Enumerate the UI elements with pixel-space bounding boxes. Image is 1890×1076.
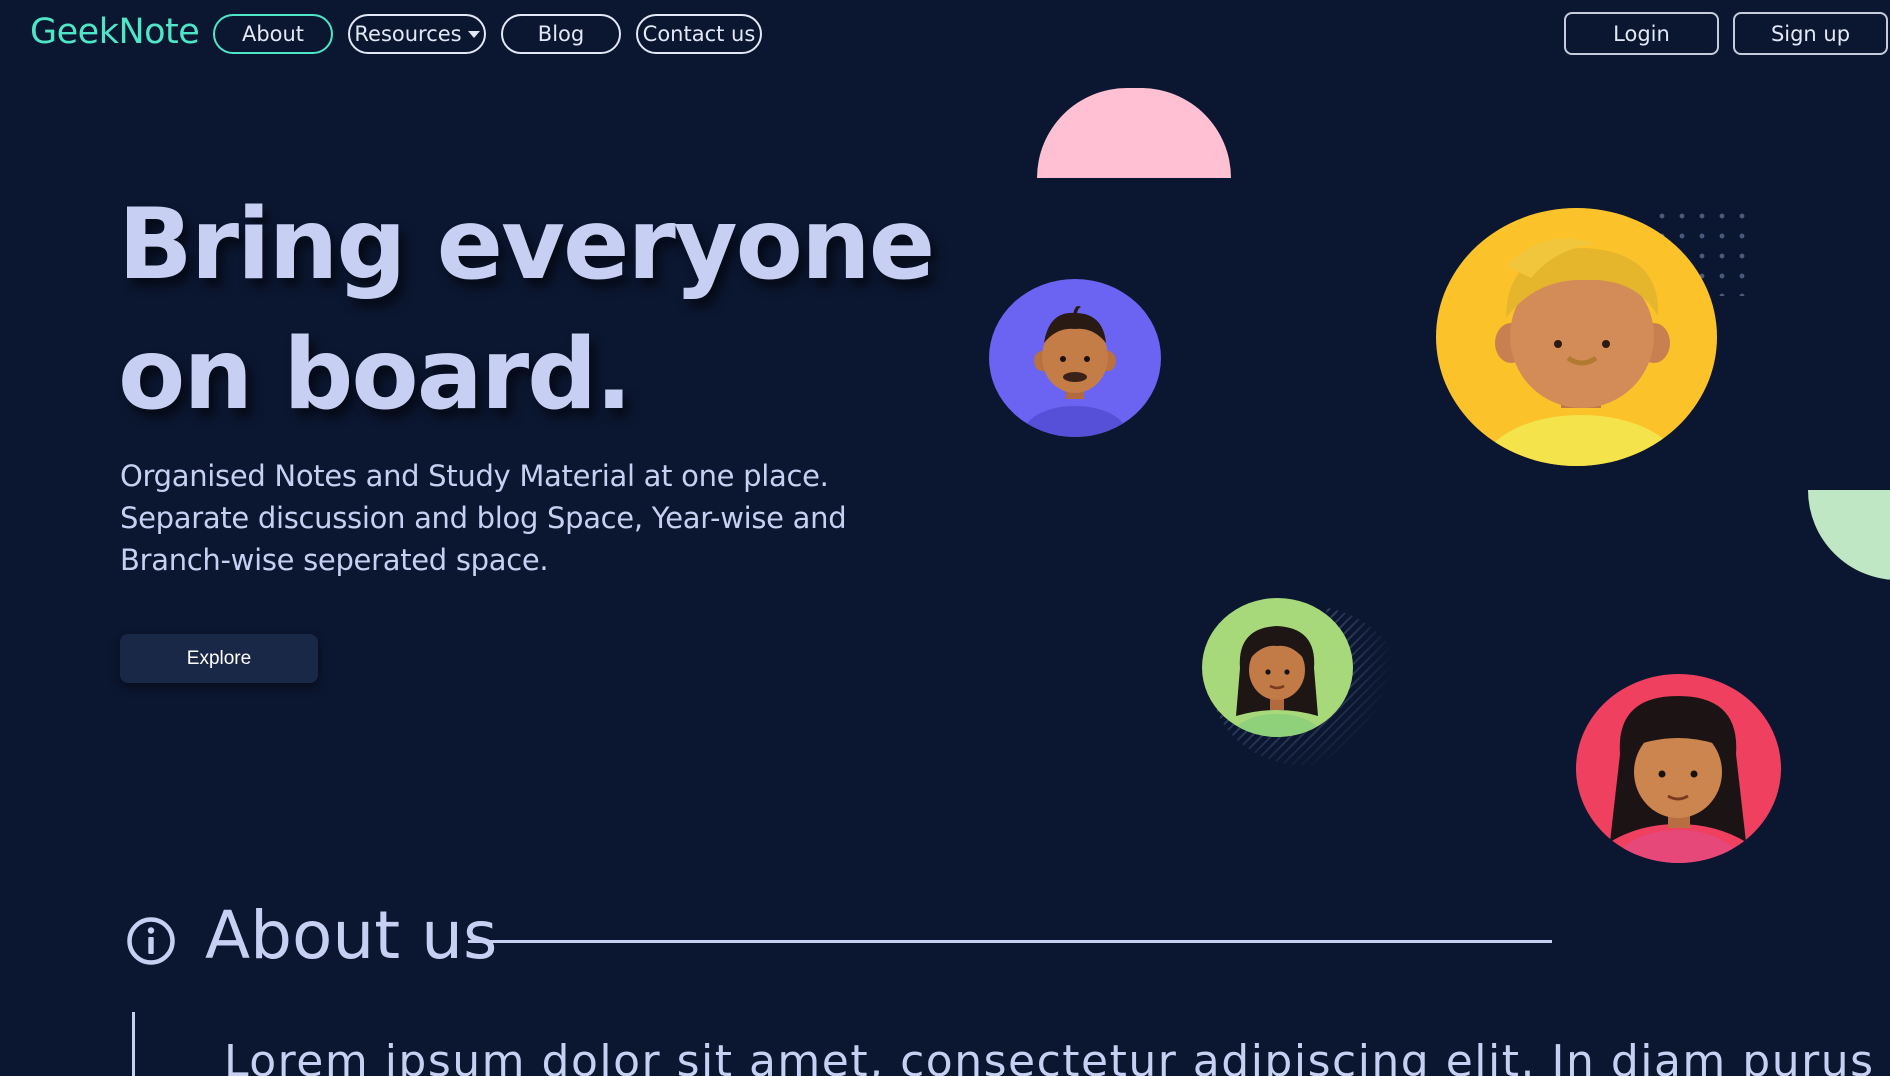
nav-resources-dropdown[interactable]: Resources: [348, 14, 486, 54]
avatar-yellow-man: [1436, 208, 1717, 466]
nav-resources-label: Resources: [354, 22, 462, 46]
decor-green-quarter-circle: [1808, 490, 1890, 580]
avatar-red-girl: [1576, 674, 1781, 863]
nav-blog[interactable]: Blog: [501, 14, 621, 54]
decor-pink-half-circle: [1037, 88, 1231, 178]
explore-label: Explore: [186, 647, 252, 669]
about-divider: [468, 940, 1552, 943]
avatar-man-illustration: [1436, 208, 1717, 466]
nav-contact[interactable]: Contact us: [636, 14, 762, 54]
caret-down-icon: [467, 30, 480, 38]
info-icon: [127, 917, 175, 965]
signup-label: Sign up: [1770, 21, 1851, 46]
avatar-girl-bangs-illustration: [1576, 674, 1781, 863]
nav-about[interactable]: About: [213, 14, 333, 54]
avatar-purple-boy: [989, 279, 1161, 437]
hero-subtitle: Organised Notes and Study Material at on…: [120, 459, 847, 577]
nav-about-label: About: [241, 22, 305, 46]
brand-logo[interactable]: GeekNote: [30, 12, 200, 52]
avatar-boy-illustration: [989, 279, 1161, 437]
about-heading: About us: [205, 897, 498, 974]
signup-button[interactable]: Sign up: [1733, 12, 1888, 55]
avatar-green-girl: [1202, 598, 1353, 737]
hero-title-line-2: on board.: [118, 318, 633, 432]
login-label: Login: [1613, 21, 1670, 46]
landing-page: GeekNote About Resources Blog Contact us…: [0, 0, 1890, 1076]
about-paragraph: Lorem ipsum dolor sit amet, consectetur …: [224, 1036, 1875, 1076]
nav-contact-label: Contact us: [642, 22, 756, 46]
quote-bar: [132, 1012, 135, 1076]
login-button[interactable]: Login: [1564, 12, 1719, 55]
hero-title: Bring everyone on board.: [118, 180, 978, 440]
explore-button[interactable]: Explore: [120, 634, 318, 683]
avatar-girl-illustration: [1202, 598, 1353, 737]
nav-blog-label: Blog: [537, 22, 585, 46]
hero-title-line-1: Bring everyone: [118, 188, 935, 302]
